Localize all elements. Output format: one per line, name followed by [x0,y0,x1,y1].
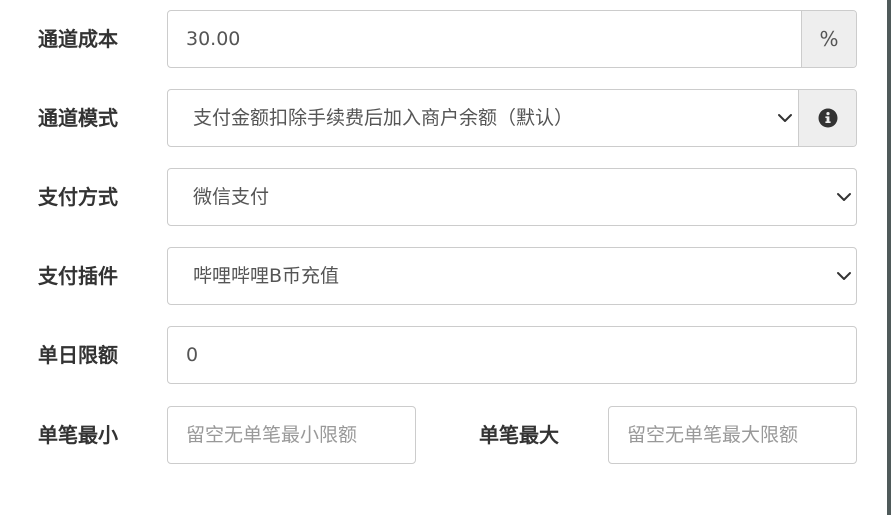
channel-cost-input[interactable]: 30.00 [186,11,240,67]
payment-method-row: 支付方式 微信支付 [0,168,891,226]
info-addon[interactable] [798,90,856,146]
payment-method-select[interactable]: 微信支付 [167,168,857,226]
daily-limit-value: 0 [186,344,199,366]
channel-cost-input-group: 30.00 % [167,10,857,68]
single-limit-row: 单笔最小 留空无单笔最小限额 单笔最大 留空无单笔最大限额 [0,406,891,464]
daily-limit-input[interactable]: 0 [167,326,857,384]
channel-mode-label: 通道模式 [38,106,118,130]
payment-plugin-label: 支付插件 [38,264,118,288]
channel-cost-row: 通道成本 30.00 % [0,10,891,68]
single-max-label: 单笔最大 [479,423,559,447]
payment-method-label: 支付方式 [38,185,118,209]
daily-limit-row: 单日限额 0 [0,326,891,384]
single-max-placeholder: 留空无单笔最大限额 [627,424,799,446]
info-icon [818,108,837,128]
chevron-down-icon [837,272,851,280]
daily-limit-label: 单日限额 [38,343,118,367]
single-min-placeholder: 留空无单笔最小限额 [186,424,358,446]
channel-mode-select-group: 支付金额扣除手续费后加入商户余额（默认） [167,89,857,147]
payment-plugin-select[interactable]: 哔哩哔哩B币充值 [167,247,857,305]
payment-plugin-selected-value: 哔哩哔哩B币充值 [193,265,340,287]
channel-cost-label: 通道成本 [38,27,118,51]
chevron-down-icon [778,114,792,122]
payment-method-selected-value: 微信支付 [193,186,270,208]
single-min-label: 单笔最小 [38,423,118,447]
payment-plugin-row: 支付插件 哔哩哔哩B币充值 [0,247,891,305]
percent-symbol: % [819,27,839,51]
chevron-down-icon [837,193,851,201]
single-max-input[interactable]: 留空无单笔最大限额 [608,406,857,464]
single-min-input[interactable]: 留空无单笔最小限额 [167,406,416,464]
channel-mode-row: 通道模式 支付金额扣除手续费后加入商户余额（默认） [0,89,891,147]
channel-mode-select[interactable]: 支付金额扣除手续费后加入商户余额（默认） [168,90,799,146]
percent-addon: % [801,11,856,67]
channel-mode-selected-value: 支付金额扣除手续费后加入商户余额（默认） [193,107,574,129]
